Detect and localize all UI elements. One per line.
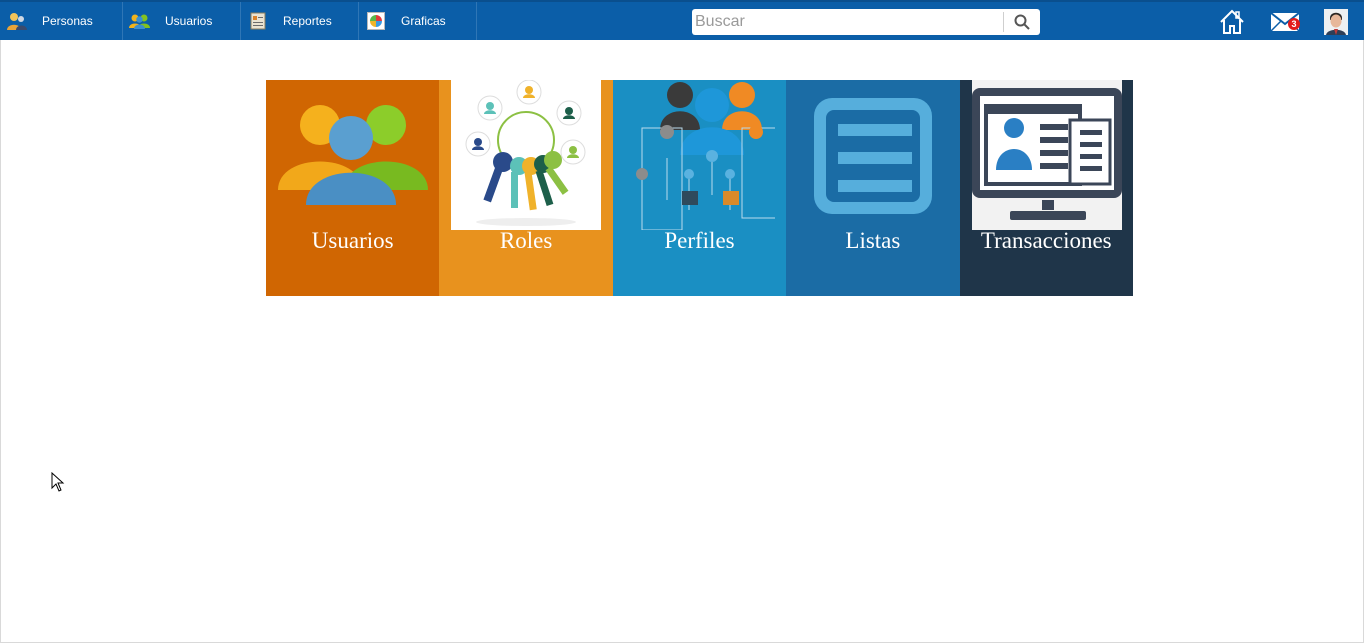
home-icon [1220, 9, 1244, 34]
search-button[interactable] [1004, 9, 1040, 35]
tile-label: Roles [499, 228, 553, 253]
mail-count-badge: 3 [1288, 18, 1300, 30]
top-navbar: Personas Usuarios Reportes Graficas Busc… [0, 0, 1364, 40]
search-input[interactable] [695, 10, 1003, 34]
module-tiles: Usuarios Roles Perfiles Listas Transacci… [266, 80, 1133, 296]
user-avatar-icon [1324, 9, 1348, 35]
tile-roles[interactable]: Roles [439, 80, 613, 296]
list-icon [798, 80, 948, 230]
keys-icon [451, 80, 602, 230]
people-icon [6, 10, 28, 32]
avatar[interactable] [1323, 6, 1349, 38]
tile-label: Transacciones [980, 228, 1112, 253]
tile-listas[interactable]: Listas [786, 80, 960, 296]
search-icon [1014, 14, 1030, 30]
users-icon [278, 80, 428, 230]
search-box [692, 9, 1040, 35]
tile-label: Perfiles [664, 228, 735, 253]
nav-item-graficas[interactable]: Graficas [359, 2, 477, 40]
tile-perfiles[interactable]: Perfiles [612, 80, 787, 296]
nav-item-label: Graficas [401, 14, 446, 28]
report-icon [247, 10, 269, 32]
mouse-cursor-icon [51, 472, 65, 492]
users-icon [129, 10, 151, 32]
monitor-profile-icon [971, 80, 1122, 230]
tile-label: Listas [845, 228, 901, 253]
nav-item-label: Usuarios [165, 14, 213, 28]
nav-item-label: Personas [42, 14, 93, 28]
nav-item-usuarios[interactable]: Usuarios [123, 2, 241, 40]
chart-icon [365, 10, 387, 32]
nav-item-personas[interactable]: Personas [0, 2, 123, 40]
profiles-network-icon [625, 80, 775, 230]
nav-item-reportes[interactable]: Reportes [241, 2, 359, 40]
nav-item-label: Reportes [283, 14, 332, 28]
tile-usuarios[interactable]: Usuarios [266, 80, 440, 296]
home-button[interactable] [1217, 6, 1247, 38]
tile-label: Usuarios [311, 228, 394, 253]
mail-button[interactable]: 3 [1268, 6, 1302, 38]
tile-transacciones[interactable]: Transacciones [959, 80, 1133, 296]
